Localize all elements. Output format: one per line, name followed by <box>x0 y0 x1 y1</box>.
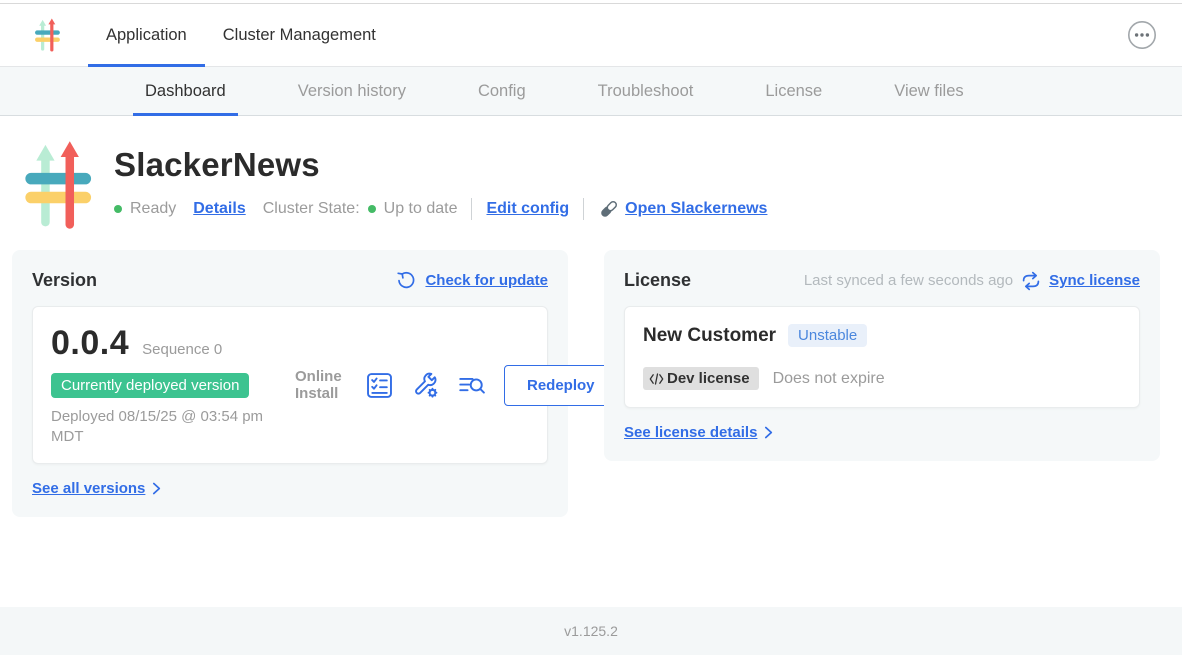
chevron-right-icon[interactable] <box>152 482 161 495</box>
cluster-state-label: Cluster State: <box>263 200 360 218</box>
sync-license-link[interactable]: Sync license <box>1049 272 1140 289</box>
install-type-label: Online Install <box>295 368 347 403</box>
wrench-gear-icon[interactable] <box>412 372 439 399</box>
license-type-badge: Dev license <box>643 367 759 390</box>
cluster-state-value: Up to date <box>384 200 458 218</box>
sequence-label: Sequence 0 <box>142 341 222 358</box>
code-icon <box>649 373 664 385</box>
license-panel: New Customer Unstable Dev license Does n… <box>624 306 1140 408</box>
open-app-link[interactable]: Open Slackernews <box>625 200 767 218</box>
dashboard-cards: Version Check for update 0.0.4 Sequence … <box>12 250 1160 517</box>
app-status-row: Ready Details Cluster State: Up to date … <box>114 198 767 220</box>
link-icon[interactable] <box>598 198 620 220</box>
customer-name: New Customer <box>643 325 776 347</box>
console-version: v1.125.2 <box>564 623 618 639</box>
open-app-link-wrap[interactable]: Open Slackernews <box>598 198 767 220</box>
refresh-icon[interactable] <box>396 270 417 291</box>
topbar-right <box>1127 4 1157 66</box>
log-search-icon[interactable] <box>458 372 485 399</box>
license-card: License Last synced a few seconds ago Sy… <box>604 250 1160 461</box>
cluster-state-dot <box>368 205 376 213</box>
deployed-timestamp: Deployed 08/15/25 @ 03:54 pm MDT <box>51 407 271 446</box>
app-logo-small <box>33 4 61 66</box>
subtab-dashboard[interactable]: Dashboard <box>133 67 238 115</box>
topbar-tabs: Application Cluster Management <box>88 4 394 66</box>
last-synced-text: Last synced a few seconds ago <box>804 272 1013 289</box>
deployed-badge: Currently deployed version <box>51 373 249 398</box>
chevron-right-icon[interactable] <box>764 426 773 439</box>
redeploy-button[interactable]: Redeploy <box>504 365 618 406</box>
divider <box>583 198 584 220</box>
divider <box>471 198 472 220</box>
tab-cluster-management[interactable]: Cluster Management <box>205 4 394 66</box>
subtab-version-history[interactable]: Version history <box>286 67 418 115</box>
sync-icon[interactable] <box>1021 271 1041 291</box>
app-logo <box>20 140 94 230</box>
version-card: Version Check for update 0.0.4 Sequence … <box>12 250 568 517</box>
see-all-versions-link[interactable]: See all versions <box>32 480 145 497</box>
subnav: Dashboard Version history Config Trouble… <box>0 67 1182 116</box>
subtab-view-files[interactable]: View files <box>882 67 975 115</box>
app-status-text: Ready <box>130 200 176 218</box>
license-card-title: License <box>624 270 691 291</box>
subtab-config[interactable]: Config <box>466 67 538 115</box>
footer: v1.125.2 <box>0 607 1182 655</box>
edit-config-link[interactable]: Edit config <box>486 200 569 218</box>
ellipsis-icon[interactable] <box>1127 20 1157 50</box>
subtab-license[interactable]: License <box>753 67 834 115</box>
app-header: SlackerNews Ready Details Cluster State:… <box>0 116 1182 230</box>
version-number: 0.0.4 <box>51 324 129 363</box>
current-version-panel: 0.0.4 Sequence 0 Currently deployed vers… <box>32 306 548 464</box>
tab-application[interactable]: Application <box>88 4 205 66</box>
topbar: Application Cluster Management <box>0 3 1182 67</box>
version-card-title: Version <box>32 270 97 291</box>
app-logo-icon <box>33 18 61 52</box>
subtab-troubleshoot[interactable]: Troubleshoot <box>586 67 706 115</box>
page-title: SlackerNews <box>114 146 767 184</box>
check-for-update-link[interactable]: Check for update <box>425 272 548 289</box>
app-status-dot <box>114 205 122 213</box>
details-link[interactable]: Details <box>193 200 245 218</box>
expiration-text: Does not expire <box>773 370 885 388</box>
checklist-icon[interactable] <box>366 372 393 399</box>
see-license-details-link[interactable]: See license details <box>624 424 757 441</box>
channel-badge: Unstable <box>788 324 867 347</box>
